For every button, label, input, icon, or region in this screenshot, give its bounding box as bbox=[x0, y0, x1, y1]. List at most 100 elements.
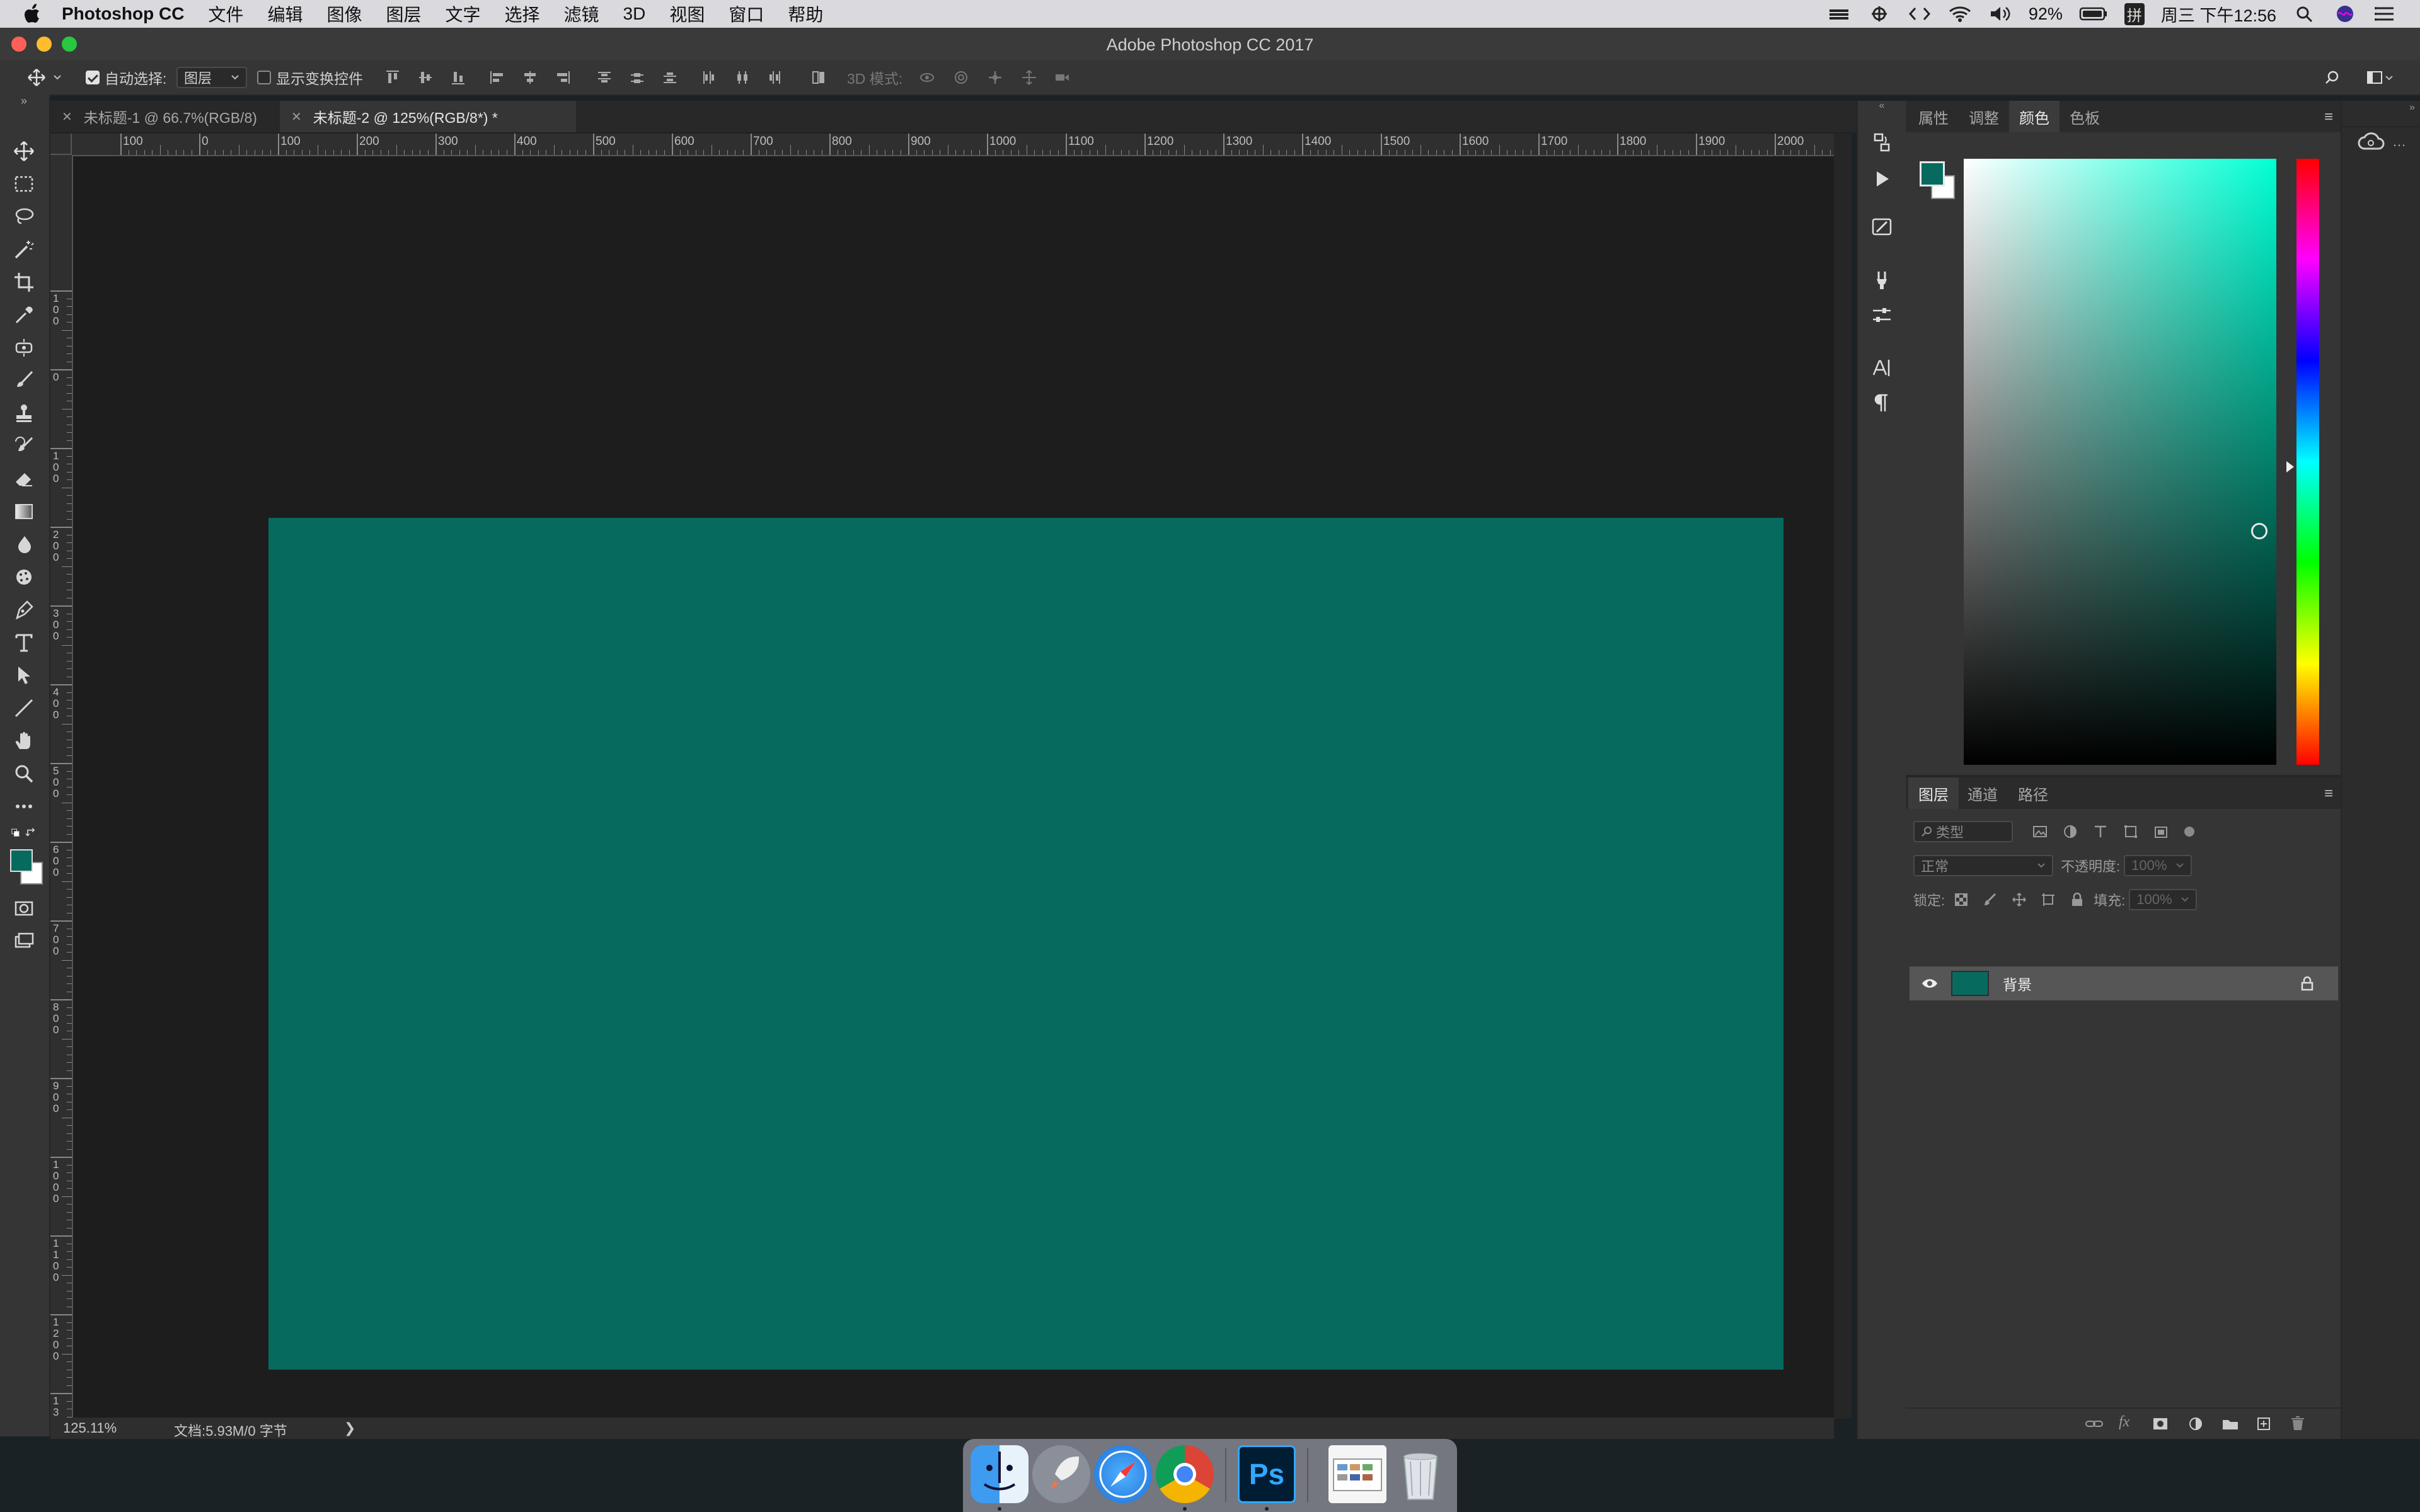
menu-image[interactable]: 图像 bbox=[326, 1, 362, 26]
hue-slider-handle[interactable] bbox=[2286, 461, 2294, 472]
color-picker-swatches[interactable] bbox=[10, 849, 43, 885]
distribute-right-icon[interactable] bbox=[766, 69, 783, 86]
new-layer-icon[interactable] bbox=[2255, 1415, 2273, 1433]
eraser-tool[interactable] bbox=[10, 465, 38, 493]
tab-properties[interactable]: 属性 bbox=[1908, 101, 1959, 132]
siri-icon[interactable] bbox=[2333, 4, 2357, 23]
window-titlebar[interactable]: Adobe Photoshop CC 2017 bbox=[0, 28, 2420, 62]
auto-select-checkbox[interactable] bbox=[86, 71, 100, 84]
panel-collapse-toggle[interactable]: » bbox=[10, 94, 38, 107]
spot-healing-tool[interactable] bbox=[10, 334, 38, 362]
history-brush-tool[interactable] bbox=[10, 432, 38, 460]
finder-icon[interactable] bbox=[971, 1445, 1028, 1503]
3d-roll-icon[interactable] bbox=[953, 69, 969, 86]
pixel-layer-filter-icon[interactable] bbox=[2032, 823, 2048, 840]
smart-object-filter-icon[interactable] bbox=[2153, 823, 2169, 840]
character-panel-button[interactable] bbox=[1869, 355, 1894, 381]
adjustment-layer-filter-icon[interactable] bbox=[2062, 823, 2078, 840]
3d-camera-icon[interactable] bbox=[1054, 69, 1070, 86]
menu-type[interactable]: 文字 bbox=[445, 1, 480, 26]
saturation-value-field[interactable] bbox=[1964, 159, 2276, 765]
apple-icon[interactable] bbox=[24, 3, 43, 25]
type-tool[interactable] bbox=[10, 629, 38, 656]
opacity-field[interactable]: 100% bbox=[2124, 855, 2192, 876]
app-menu[interactable]: Photoshop CC bbox=[62, 4, 184, 24]
layer-style-fx-icon[interactable]: fx bbox=[2119, 1414, 2129, 1431]
input-method-icon[interactable]: 拼 bbox=[2124, 3, 2145, 25]
close-tab-icon[interactable]: ✕ bbox=[291, 109, 302, 125]
network-monitor-icon[interactable] bbox=[1867, 4, 1891, 23]
actions-panel-button[interactable] bbox=[1869, 166, 1894, 192]
lock-position-icon[interactable] bbox=[2012, 892, 2027, 907]
adjustments-button[interactable] bbox=[1869, 302, 1894, 328]
layer-lock-icon[interactable] bbox=[2300, 976, 2314, 991]
foreground-color-swatch[interactable] bbox=[10, 849, 33, 872]
layers-panel-menu-icon[interactable]: ≡ bbox=[2324, 785, 2333, 803]
dodge-tool[interactable] bbox=[10, 563, 38, 591]
menu-edit[interactable]: 编辑 bbox=[267, 1, 302, 26]
canvas-workspace[interactable] bbox=[73, 156, 1834, 1418]
edit-toolbar-button[interactable] bbox=[10, 793, 38, 820]
align-right-edges-icon[interactable] bbox=[555, 69, 571, 86]
lasso-tool[interactable] bbox=[10, 203, 38, 231]
marquee-tool[interactable] bbox=[10, 170, 38, 198]
ruler-origin[interactable] bbox=[50, 134, 72, 155]
pen-tool[interactable] bbox=[10, 596, 38, 624]
battery-icon[interactable] bbox=[2079, 4, 2108, 23]
vertical-scrollbar[interactable] bbox=[1834, 134, 1852, 1419]
menu-view[interactable]: 视图 bbox=[669, 1, 705, 26]
wifi-icon[interactable] bbox=[1948, 4, 1972, 23]
vertical-ruler[interactable]: 1000100200300400500600700800900100011001… bbox=[50, 155, 73, 1418]
tab-paths[interactable]: 路径 bbox=[2008, 777, 2058, 809]
photoshop-icon[interactable]: Ps bbox=[1238, 1445, 1296, 1503]
path-selection-tool[interactable] bbox=[10, 662, 38, 689]
fill-field[interactable]: 100% bbox=[2129, 889, 2198, 910]
tab-channels[interactable]: 通道 bbox=[1957, 777, 2008, 809]
3d-slide-icon[interactable] bbox=[1021, 69, 1037, 86]
layer-filter-dropdown[interactable]: 类型 bbox=[1913, 821, 2013, 842]
zoom-level[interactable]: 125.11% bbox=[63, 1420, 117, 1436]
link-layers-icon[interactable] bbox=[2085, 1415, 2104, 1433]
shape-layer-filter-icon[interactable] bbox=[2123, 823, 2139, 840]
status-menu-arrow[interactable]: ❯ bbox=[344, 1420, 355, 1436]
menu-window[interactable]: 窗口 bbox=[729, 1, 764, 26]
menu-help[interactable]: 帮助 bbox=[788, 1, 823, 26]
distribute-horizontal-centers-icon[interactable] bbox=[734, 69, 750, 86]
workspace-switcher-icon[interactable] bbox=[2366, 69, 2394, 86]
trash-icon[interactable] bbox=[1392, 1445, 1449, 1503]
screen-mode-button[interactable] bbox=[10, 927, 38, 955]
menubar-clock[interactable]: 周三 下午12:56 bbox=[2161, 2, 2276, 26]
document-canvas[interactable] bbox=[268, 518, 1783, 1370]
paragraph-panel-button[interactable] bbox=[1869, 391, 1894, 416]
gradient-tool[interactable] bbox=[10, 498, 38, 525]
auto-select-dropdown[interactable]: 图层 bbox=[176, 67, 247, 88]
color-panel-swatches[interactable] bbox=[1920, 161, 1955, 200]
close-tab-icon[interactable]: ✕ bbox=[62, 109, 72, 125]
color-picker-marker[interactable] bbox=[2251, 523, 2267, 539]
creative-cloud-libraries-icon[interactable] bbox=[2356, 132, 2386, 154]
spotlight-search-icon[interactable] bbox=[2293, 4, 2317, 23]
launchpad-icon[interactable] bbox=[1032, 1445, 1090, 1503]
menu-file[interactable]: 文件 bbox=[208, 1, 243, 26]
panel-menu-icon[interactable]: ≡ bbox=[2324, 108, 2333, 126]
type-layer-filter-icon[interactable] bbox=[2092, 823, 2109, 840]
delete-layer-icon[interactable] bbox=[2289, 1415, 2307, 1433]
align-horizontal-centers-icon[interactable] bbox=[522, 69, 538, 86]
new-adjustment-layer-icon[interactable] bbox=[2187, 1415, 2204, 1433]
tab-swatches[interactable]: 色板 bbox=[2060, 101, 2110, 132]
lock-all-icon[interactable] bbox=[2070, 892, 2085, 907]
move-tool[interactable] bbox=[10, 137, 38, 165]
zoom-tool[interactable] bbox=[10, 760, 38, 788]
notification-center-icon[interactable] bbox=[2373, 4, 2397, 23]
menu-3d[interactable]: 3D bbox=[623, 4, 646, 24]
tab-layers[interactable]: 图层 bbox=[1908, 777, 1959, 809]
brush-settings-button[interactable] bbox=[1869, 214, 1894, 239]
more-options-icon[interactable]: … bbox=[2392, 134, 2406, 150]
search-icon[interactable] bbox=[2324, 69, 2341, 86]
align-top-edges-icon[interactable] bbox=[384, 69, 401, 86]
tab-color[interactable]: 颜色 bbox=[2009, 101, 2060, 132]
quick-mask-button[interactable] bbox=[10, 895, 38, 922]
auto-align-layers-icon[interactable] bbox=[810, 69, 827, 86]
hand-tool[interactable] bbox=[10, 727, 38, 755]
blur-tool[interactable] bbox=[10, 530, 38, 558]
